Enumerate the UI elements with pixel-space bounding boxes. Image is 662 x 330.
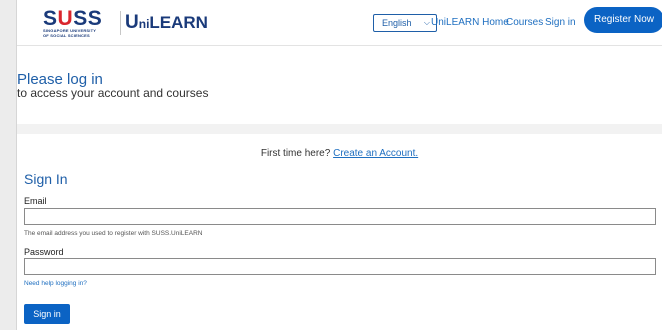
logo-divider xyxy=(120,11,121,35)
chevron-down-icon: ⌵ xyxy=(423,18,430,27)
language-select[interactable]: English ⌵ xyxy=(373,14,437,32)
nav-sign-in[interactable]: Sign in xyxy=(545,17,576,28)
language-selected: English xyxy=(382,18,412,28)
password-field[interactable] xyxy=(24,258,656,275)
sign-in-button[interactable]: Sign in xyxy=(24,304,70,324)
register-now-button[interactable]: Register Now xyxy=(584,7,662,33)
nav-courses[interactable]: Courses xyxy=(506,17,543,28)
suss-logo-sub-2: OF SOCIAL SCIENCES xyxy=(43,32,90,38)
suss-logo-word: SUSS xyxy=(43,7,103,30)
email-label: Email xyxy=(24,196,47,206)
password-label: Password xyxy=(24,247,64,257)
email-help-text: The email address you used to register w… xyxy=(24,230,203,237)
first-time-notice: First time here? Create an Account. xyxy=(0,148,662,159)
first-time-text: First time here? xyxy=(260,148,331,159)
section-band xyxy=(17,124,662,134)
unilearn-logo[interactable]: UniLEARN xyxy=(125,12,208,35)
create-account-link[interactable]: Create an Account. xyxy=(333,148,418,159)
suss-logo[interactable]: SUSS SINGAPORE UNIVERSITY OF SOCIAL SCIE… xyxy=(43,7,111,38)
email-field[interactable] xyxy=(24,208,656,225)
nav-unilearn-home[interactable]: UniLEARN Home xyxy=(431,17,509,28)
sign-in-heading: Sign In xyxy=(24,171,68,187)
page-subtitle: to access your account and courses xyxy=(17,86,209,100)
left-sidebar-strip xyxy=(0,0,17,330)
site-header: SUSS SINGAPORE UNIVERSITY OF SOCIAL SCIE… xyxy=(17,0,662,46)
need-help-link[interactable]: Need help logging in? xyxy=(24,280,87,287)
